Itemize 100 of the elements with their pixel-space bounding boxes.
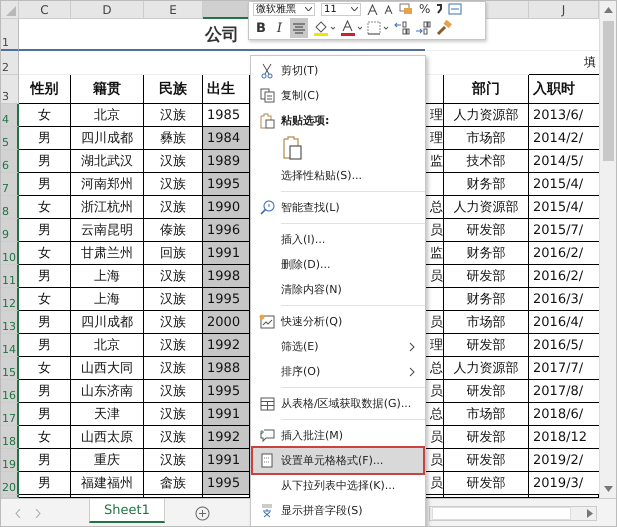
borders-icon[interactable] bbox=[367, 21, 390, 35]
menu-item[interactable]: 选择性粘贴(S)... bbox=[253, 163, 423, 188]
table-cell: 女 bbox=[19, 196, 71, 219]
column-header[interactable]: E bbox=[144, 1, 203, 19]
table-cell: 男 bbox=[19, 150, 71, 173]
scroll-down-icon[interactable] bbox=[604, 486, 612, 492]
table-cell: 财务部 bbox=[444, 173, 529, 196]
menu-item[interactable]: 快速分析(Q) bbox=[253, 309, 423, 334]
menu-heading: 粘贴选项: bbox=[253, 108, 423, 133]
menu-item[interactable]: 从表格/区域获取数据(G)... bbox=[253, 391, 423, 416]
row-header[interactable]: 14 bbox=[1, 334, 19, 357]
table-cell: 甘肃兰州 bbox=[71, 242, 144, 265]
row-header[interactable]: 2 bbox=[1, 51, 19, 75]
header-cell: 籍贯 bbox=[71, 75, 144, 104]
comma-icon[interactable] bbox=[436, 4, 442, 14]
table-cell: 研发部 bbox=[444, 426, 529, 449]
table-cell: 男 bbox=[19, 403, 71, 426]
font-size-field[interactable]: 11 bbox=[321, 2, 361, 16]
vertical-scrollbar[interactable] bbox=[599, 1, 616, 498]
table-cell: 1998 bbox=[203, 265, 250, 288]
row-header[interactable]: 1 bbox=[1, 19, 19, 51]
decrease-decimal-icon[interactable] bbox=[415, 21, 432, 35]
table-cell: 市场部 bbox=[444, 127, 529, 150]
column-header[interactable]: J bbox=[529, 1, 599, 19]
header-cell: 民族 bbox=[144, 75, 203, 104]
menu-item[interactable]: 设置单元格格式(F)... bbox=[253, 448, 423, 473]
font-color-icon[interactable] bbox=[340, 20, 362, 36]
note-text: 填 bbox=[584, 54, 596, 71]
table-cell: 财务部 bbox=[444, 288, 529, 311]
row-header[interactable]: 9 bbox=[1, 219, 19, 242]
table-cell: 技术部 bbox=[444, 150, 529, 173]
bold-button[interactable]: B bbox=[253, 18, 269, 38]
column-header[interactable]: C bbox=[19, 1, 71, 19]
table-cell: 1995 bbox=[203, 472, 250, 495]
menu-item[interactable]: 从下拉列表中选择(K)... bbox=[253, 473, 423, 498]
font-field[interactable]: 微软雅黑 bbox=[253, 2, 315, 16]
row-header[interactable]: 17 bbox=[1, 403, 19, 426]
table-cell: 山东济南 bbox=[71, 380, 144, 403]
italic-button[interactable]: I bbox=[274, 18, 286, 38]
grow-font-icon[interactable] bbox=[367, 4, 378, 14]
align-center-icon bbox=[293, 22, 306, 34]
format-painter-icon[interactable] bbox=[436, 20, 452, 36]
table-cell: 北京 bbox=[71, 334, 144, 357]
row-header[interactable]: 3 bbox=[1, 75, 19, 104]
table-cell: 财务部 bbox=[444, 242, 529, 265]
scrollbar-thumb[interactable] bbox=[602, 21, 614, 161]
table-cell: 1988 bbox=[203, 357, 250, 380]
row-header[interactable]: 5 bbox=[1, 127, 19, 150]
scroll-right-icon[interactable] bbox=[587, 508, 593, 518]
dropdown-icon[interactable] bbox=[351, 7, 358, 11]
menu-item[interactable]: 筛选(E) bbox=[253, 334, 423, 359]
menu-item[interactable]: 插入批注(M) bbox=[253, 423, 423, 448]
row-header[interactable]: 8 bbox=[1, 196, 19, 219]
row-header[interactable]: 19 bbox=[1, 449, 19, 472]
row-header[interactable]: 10 bbox=[1, 242, 19, 265]
row-header[interactable]: 18 bbox=[1, 426, 19, 449]
table-cell: 四川成都 bbox=[71, 311, 144, 334]
menu-item[interactable]: 复制(C) bbox=[253, 83, 423, 108]
sheet-tab[interactable]: Sheet1 bbox=[89, 499, 165, 523]
row-header[interactable]: 15 bbox=[1, 357, 19, 380]
increase-decimal-icon[interactable] bbox=[394, 21, 410, 35]
row-header[interactable]: 7 bbox=[1, 173, 19, 196]
table-cell: 1995 bbox=[203, 380, 250, 403]
table-cell: 河南郑州 bbox=[71, 173, 144, 196]
merge-center-icon[interactable] bbox=[448, 3, 462, 15]
copy-icon bbox=[260, 88, 274, 103]
menu-item[interactable]: 显示拼音字段(S) bbox=[253, 498, 423, 523]
table-icon bbox=[260, 396, 274, 410]
menu-item[interactable]: 排序(O) bbox=[253, 359, 423, 384]
shrink-font-icon[interactable] bbox=[384, 4, 393, 14]
header-cell: 部门 bbox=[444, 75, 529, 104]
table-cell: 1990 bbox=[203, 196, 250, 219]
menu-item[interactable]: 清除内容(N) bbox=[253, 277, 423, 302]
row-header[interactable]: 6 bbox=[1, 150, 19, 173]
paste-option-icon[interactable] bbox=[281, 135, 303, 161]
menu-item[interactable]: 插入(I)... bbox=[253, 227, 423, 252]
dropdown-icon[interactable] bbox=[305, 7, 312, 11]
table-cell: 天津 bbox=[71, 403, 144, 426]
row-header[interactable]: 4 bbox=[1, 104, 19, 127]
menu-item[interactable]: 剪切(T) bbox=[253, 58, 423, 83]
table-cell: 人力资源部 bbox=[444, 104, 529, 127]
align-center-button[interactable] bbox=[290, 18, 308, 38]
horizontal-scrollbar[interactable] bbox=[429, 506, 597, 520]
scroll-up-icon[interactable] bbox=[604, 7, 612, 13]
column-header[interactable] bbox=[203, 1, 250, 19]
table-cell: 1991 bbox=[203, 242, 250, 265]
table-cell: 研发部 bbox=[444, 449, 529, 472]
row-header[interactable]: 12 bbox=[1, 288, 19, 311]
row-header[interactable]: 13 bbox=[1, 311, 19, 334]
row-header[interactable]: 16 bbox=[1, 380, 19, 403]
table-cell: 湖北武汉 bbox=[71, 150, 144, 173]
menu-item[interactable]: 删除(D)... bbox=[253, 252, 423, 277]
percent-button[interactable]: % bbox=[419, 2, 430, 16]
menu-item[interactable]: 智能查找(L) bbox=[253, 195, 423, 220]
column-header[interactable]: D bbox=[71, 1, 144, 19]
table-cell: 男 bbox=[19, 265, 71, 288]
row-header[interactable]: 20 bbox=[1, 472, 19, 495]
add-sheet-icon[interactable] bbox=[194, 506, 210, 520]
row-header[interactable]: 11 bbox=[1, 265, 19, 288]
fill-color-icon[interactable] bbox=[313, 20, 336, 36]
